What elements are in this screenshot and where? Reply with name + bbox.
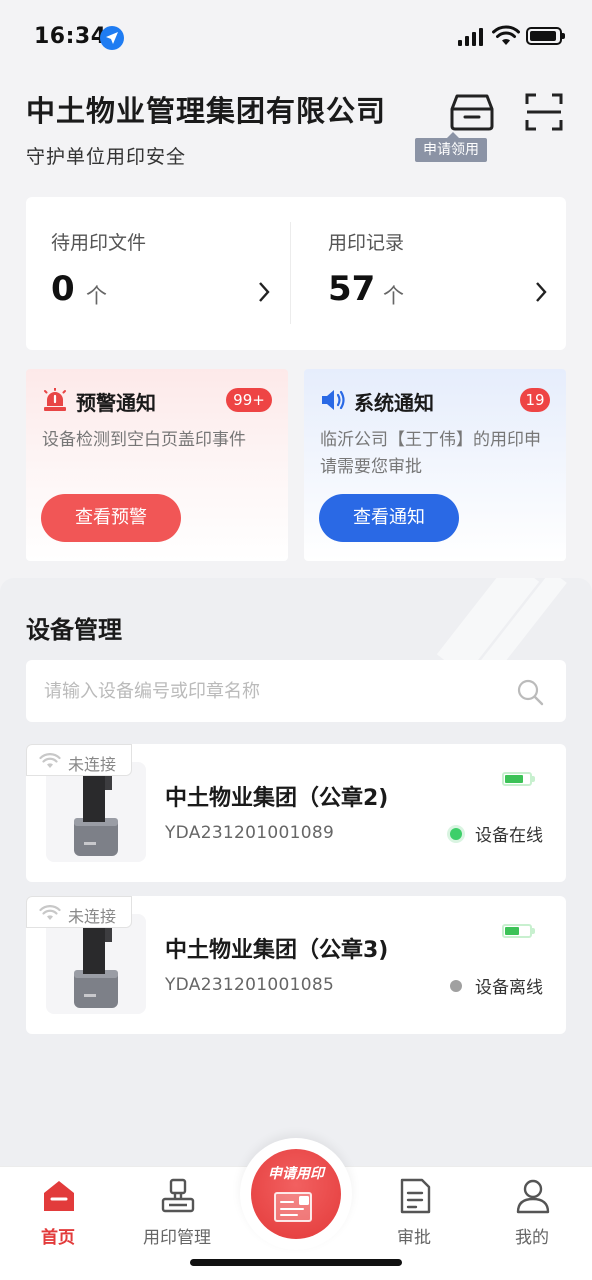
system-count-badge: 19 — [520, 388, 550, 412]
wifi-icon — [39, 905, 61, 920]
user-icon — [516, 1179, 550, 1214]
tab-seal-management-label: 用印管理 — [143, 1228, 211, 1248]
chevron-right-icon — [259, 282, 270, 302]
company-name: 中土物业管理集团有限公司 — [26, 94, 387, 128]
device-code: YDA231201001089 — [165, 823, 335, 843]
chevron-right-icon — [536, 282, 547, 302]
app-screen: 16:34 中土物业管理集团有限公司 守护单位用印安全 申请领用 待用印文件 0… — [0, 0, 592, 1280]
battery-icon — [526, 27, 565, 45]
connection-tag: 未连接 — [26, 896, 132, 928]
speaker-icon — [322, 390, 345, 410]
apply-seal-circle: 申请用印 — [251, 1149, 341, 1239]
device-card[interactable]: 未连接 中土物业集团（公章2) YDA231201001089 设备在线 — [26, 744, 566, 882]
stats-card: 待用印文件 0 个 用印记录 57 个 — [26, 197, 566, 350]
view-warning-button[interactable]: 查看预警 — [41, 494, 181, 542]
device-section-title: 设备管理 — [26, 616, 122, 644]
pending-documents-unit: 个 — [86, 284, 107, 308]
seal-document-icon — [274, 1192, 312, 1222]
status-bar: 16:34 — [0, 0, 592, 74]
search-icon[interactable] — [516, 678, 544, 706]
battery-level-icon — [502, 924, 535, 938]
status-time: 16:34 — [34, 24, 107, 49]
wifi-icon — [39, 753, 61, 768]
device-name: 中土物业集团（公章2) — [165, 786, 389, 811]
wifi-icon — [492, 25, 520, 45]
device-name: 中土物业集团（公章3) — [165, 938, 389, 963]
stats-divider — [290, 222, 291, 324]
home-icon — [44, 1181, 74, 1211]
device-status: 设备在线 — [475, 826, 543, 846]
system-notice-card: 系统通知 19 临沂公司【王丁伟】的用印申请需要您审批 查看通知 — [304, 369, 566, 561]
seal-records-unit: 个 — [383, 284, 404, 308]
device-code: YDA231201001085 — [165, 975, 335, 995]
seal-device-image — [46, 762, 146, 862]
tab-mine[interactable]: 我的 — [482, 1167, 582, 1248]
device-search-input[interactable] — [44, 660, 504, 722]
location-arrow-icon — [100, 26, 124, 50]
device-status: 设备离线 — [475, 978, 543, 998]
online-status-dot — [450, 828, 462, 840]
home-indicator — [190, 1259, 402, 1266]
seal-records-count: 57 — [328, 269, 376, 309]
scan-button[interactable] — [524, 92, 564, 132]
view-notice-button[interactable]: 查看通知 — [319, 494, 459, 542]
warning-notice-card: 预警通知 99+ 设备检测到空白页盖印事件 查看预警 — [26, 369, 288, 561]
cellular-signal-icon — [458, 28, 484, 46]
battery-level-icon — [502, 772, 535, 786]
device-search-box — [26, 660, 566, 722]
inbox-icon — [450, 94, 494, 131]
tab-mine-label: 我的 — [515, 1228, 549, 1248]
apply-collect-button[interactable] — [449, 92, 495, 132]
system-notice-title: 系统通知 — [354, 391, 434, 415]
scan-icon — [525, 93, 563, 131]
apply-seal-label: 申请用印 — [268, 1166, 324, 1182]
connection-tag: 未连接 — [26, 744, 132, 776]
warning-count-badge: 99+ — [226, 388, 272, 412]
connection-status-label: 未连接 — [68, 755, 117, 774]
seal-device-image — [46, 914, 146, 1014]
document-icon — [400, 1178, 431, 1214]
apply-seal-button[interactable]: 申请用印 — [240, 1138, 352, 1250]
tab-seal-management[interactable]: 用印管理 — [127, 1167, 227, 1248]
alarm-light-icon — [44, 388, 66, 411]
tab-approval-label: 审批 — [397, 1228, 431, 1248]
warning-notice-title: 预警通知 — [76, 391, 156, 415]
device-management-section: 设备管理 请输入设备编号或印章名称 未连接 中土物业集团（公章2) YDA231… — [0, 578, 592, 1198]
company-tagline: 守护单位用印安全 — [26, 146, 187, 168]
apply-collect-tooltip: 申请领用 — [415, 132, 487, 162]
seal-records-label: 用印记录 — [328, 232, 405, 254]
pending-documents-count: 0 — [51, 269, 75, 309]
warning-notice-description: 设备检测到空白页盖印事件 — [42, 430, 246, 450]
pending-documents-label: 待用印文件 — [51, 232, 147, 254]
tab-home-label: 首页 — [41, 1228, 75, 1248]
offline-status-dot — [450, 980, 462, 992]
device-card[interactable]: 未连接 中土物业集团（公章3) YDA231201001085 设备离线 — [26, 896, 566, 1034]
seal-records-stat[interactable]: 用印记录 57 个 — [303, 197, 568, 350]
tab-approval[interactable]: 审批 — [364, 1167, 464, 1248]
connection-status-label: 未连接 — [68, 907, 117, 926]
pending-documents-stat[interactable]: 待用印文件 0 个 — [26, 197, 291, 350]
system-notice-description: 临沂公司【王丁伟】的用印申请需要您审批 — [320, 430, 541, 477]
stamp-icon — [161, 1178, 195, 1213]
tab-home[interactable]: 首页 — [8, 1167, 108, 1248]
